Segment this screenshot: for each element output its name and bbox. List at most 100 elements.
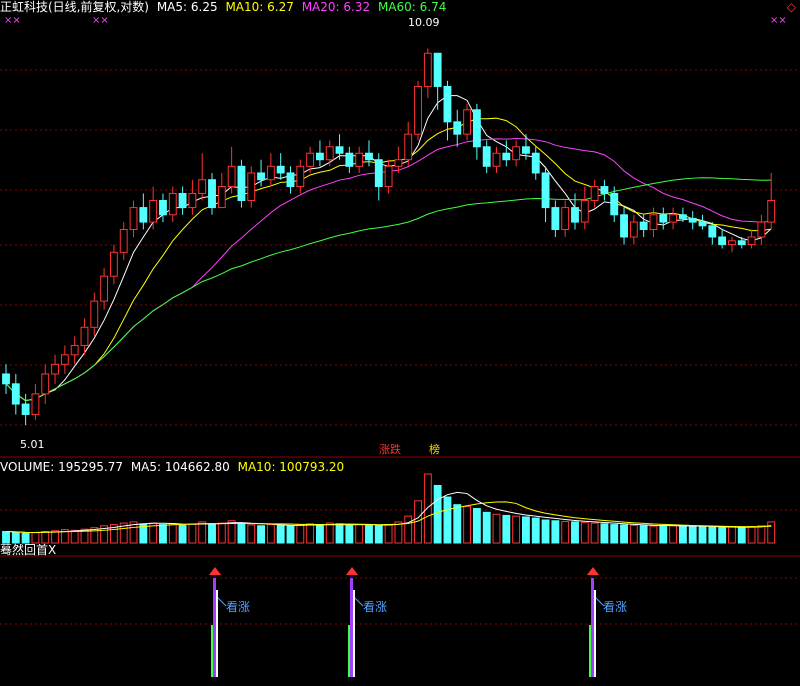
mark-left-2: ××: [92, 15, 109, 26]
chart-canvas[interactable]: [0, 0, 800, 682]
volume-bar: [374, 525, 383, 544]
volume-bar: [708, 526, 717, 544]
volume-bar: [620, 524, 628, 544]
volume-bar: [472, 508, 481, 544]
signal-label-3: 看涨: [603, 600, 628, 614]
candle-body: [31, 393, 40, 415]
candle-body: [433, 52, 442, 87]
indicator-name[interactable]: 蓦然回首X: [0, 543, 56, 557]
candle-body: [2, 373, 10, 385]
candle-body: [21, 403, 30, 415]
volume-bar: [159, 524, 167, 544]
candle-body: [188, 192, 197, 209]
candle-body: [100, 275, 109, 302]
volume-bar: [482, 511, 491, 544]
signal-pointer: [217, 597, 227, 607]
mark-left: ××: [4, 15, 21, 26]
candle-body: [551, 207, 560, 230]
volume-bar: [649, 525, 658, 544]
zhangdie-tag[interactable]: 涨跌: [378, 443, 402, 456]
candle-body: [70, 344, 79, 356]
candle-body: [649, 214, 658, 230]
signal-label-1: 看涨: [226, 600, 251, 614]
volume-value: VOLUME: 195295.77: [0, 460, 123, 474]
volume-bar: [571, 521, 579, 544]
ma5-value: MA5: 6.25: [156, 0, 218, 14]
ma20-value: MA20: 6.32: [301, 0, 371, 14]
signal-arrow-icon: [587, 567, 599, 575]
volume-bar: [208, 523, 216, 544]
candle-body: [266, 165, 275, 181]
volume-header: VOLUME: 195295.77 MA5: 104662.80 MA10: 1…: [0, 460, 348, 474]
candle-body: [306, 152, 315, 167]
candle-body: [217, 186, 226, 209]
candle-body: [472, 109, 481, 148]
signal-bar-white: [353, 590, 355, 677]
signal-label-2: 看涨: [363, 600, 388, 614]
volume-bar: [453, 504, 462, 544]
candle-body: [315, 152, 324, 161]
candle-body: [561, 207, 570, 230]
volume-bar: [522, 516, 530, 544]
signal-bar-green: [348, 625, 350, 677]
volume-bar: [11, 531, 20, 544]
bang-tag[interactable]: 榜: [428, 443, 441, 456]
diamond-icon[interactable]: ◇: [787, 0, 796, 14]
candle-body: [394, 159, 403, 167]
volume-bar: [659, 524, 668, 544]
volume-bar: [639, 525, 648, 544]
ma60-value: MA60: 6.74: [377, 0, 447, 14]
candle-body: [718, 236, 727, 246]
signal-bar-green: [211, 625, 213, 677]
volume-bar: [629, 524, 638, 544]
volume-bar: [580, 521, 589, 544]
candle-body: [414, 85, 422, 135]
candle-body: [522, 146, 530, 154]
candle-body: [384, 165, 393, 188]
candle-body: [541, 172, 550, 209]
candle-body: [502, 152, 511, 161]
high-price-label: 10.09: [408, 16, 440, 29]
volume-bar: [384, 524, 393, 544]
candle-body: [208, 179, 216, 209]
candle-body: [335, 146, 344, 154]
candle-body: [757, 221, 766, 238]
candle-body: [227, 165, 236, 188]
candle-body: [767, 199, 776, 223]
volume-bar: [266, 524, 275, 544]
candle-body: [119, 228, 128, 253]
candle-body: [198, 179, 207, 194]
stock-chart-window[interactable]: 正虹科技(日线,前复权,对数) MA5: 6.25 MA10: 6.27 MA2…: [0, 0, 800, 682]
volume-bar: [747, 526, 756, 544]
candle-body: [11, 383, 20, 405]
signal-bar-white: [594, 590, 596, 677]
price-header: 正虹科技(日线,前复权,对数) MA5: 6.25 MA10: 6.27 MA2…: [0, 0, 450, 14]
volume-bar: [463, 506, 472, 544]
volume-bar: [600, 523, 609, 544]
candle-body: [247, 172, 256, 201]
volume-bar: [355, 524, 364, 544]
candle-body: [708, 225, 717, 238]
volume-bar: [423, 473, 432, 544]
ma10-value: MA10: 6.27: [225, 0, 294, 14]
candle-body: [600, 186, 609, 194]
candle-body: [168, 192, 177, 216]
signal-pointer: [354, 597, 364, 607]
volume-bar: [31, 532, 40, 544]
volume-bar: [257, 525, 265, 544]
volume-bar: [610, 524, 619, 544]
volume-bar: [737, 526, 746, 544]
volume-bar: [335, 523, 344, 544]
volume-bar: [767, 521, 776, 544]
volume-bar: [296, 524, 305, 544]
candle-body: [610, 192, 619, 216]
volume-bar: [345, 524, 354, 544]
volume-bar: [2, 531, 10, 544]
candle-body: [41, 373, 50, 395]
volume-bar: [21, 532, 30, 544]
candle-body: [492, 152, 501, 167]
candle-body: [531, 152, 540, 174]
candle-body: [737, 240, 746, 246]
candle-body: [404, 133, 413, 161]
volume-bar: [551, 520, 560, 544]
